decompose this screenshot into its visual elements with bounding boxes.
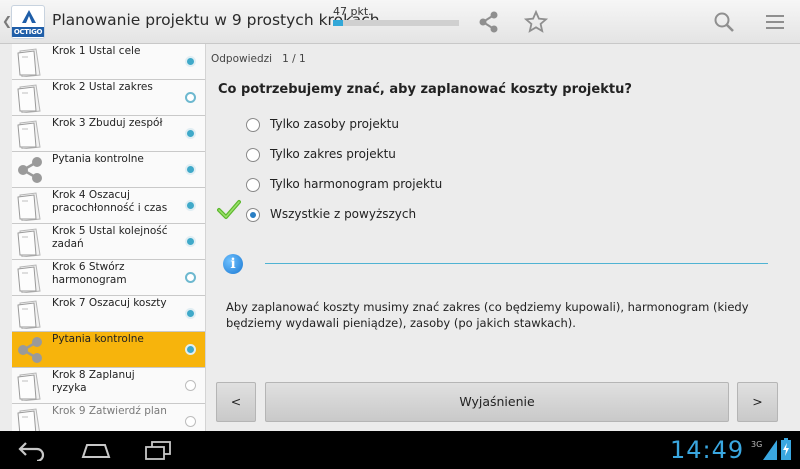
sidebar-item-label: Krok 2 Ustal zakres	[52, 81, 153, 93]
sidebar-item-label: Krok 9 Zatwierdź plan	[52, 405, 167, 417]
sidebar-item-label: Krok 8 Zaplanuj ryzyka	[52, 369, 135, 394]
progress-status-icon	[185, 92, 196, 103]
progress-status-icon	[185, 272, 196, 283]
menu-icon[interactable]	[763, 10, 787, 34]
info-divider	[265, 263, 768, 264]
sidebar-item[interactable]: Krok 1 Ustal cele	[12, 44, 205, 80]
sidebar-item[interactable]: Krok 7 Oszacuj koszty	[12, 296, 205, 332]
progress-status-icon	[185, 56, 196, 67]
sidebar-item-label: Pytania kontrolne	[52, 153, 144, 165]
progress-status-icon	[185, 200, 196, 211]
sidebar-item[interactable]: Krok 4 Oszacuj pracochłonność i czas	[12, 188, 205, 224]
points-label: 47 pkt.	[333, 5, 372, 18]
answer-option-label: Wszystkie z powyższych	[270, 207, 417, 221]
sidebar-item[interactable]: Krok 8 Zaplanuj ryzyka	[12, 368, 205, 404]
home-icon[interactable]	[80, 439, 112, 461]
battery-icon	[781, 438, 791, 460]
back-icon[interactable]	[17, 439, 47, 461]
explanation-button[interactable]: Wyjaśnienie	[265, 382, 729, 422]
share-icon	[18, 337, 42, 363]
progress-status-icon	[185, 416, 196, 427]
document-icon	[17, 408, 40, 431]
sidebar-item-label: Krok 3 Zbuduj zespół	[52, 117, 163, 129]
document-icon	[17, 48, 41, 77]
app-logo[interactable]: OCTIGO	[11, 5, 45, 39]
progress-status-icon	[185, 344, 196, 355]
sidebar-item-label: Krok 6 Stwórz harmonogram	[52, 261, 127, 286]
points-progress-bar	[333, 20, 459, 26]
progress-status-icon	[185, 128, 196, 139]
radio-button-checked[interactable]	[246, 208, 260, 222]
answers-count: 1 / 1	[282, 53, 306, 65]
document-icon	[17, 300, 41, 329]
previous-button[interactable]: <	[216, 382, 256, 422]
answer-option-label: Tylko zasoby projektu	[270, 117, 399, 131]
sidebar-item[interactable]: Krok 9 Zatwierdź plan	[12, 404, 205, 431]
app-title: Planowanie projektu w 9 prostych krokach	[52, 11, 380, 29]
radio-button[interactable]	[246, 148, 260, 162]
document-icon	[17, 84, 41, 113]
progress-status-icon	[185, 380, 196, 391]
radio-button[interactable]	[246, 178, 260, 192]
action-bar: ❮ OCTIGO Planowanie projektu w 9 prostyc…	[0, 0, 800, 44]
recent-apps-icon[interactable]	[142, 439, 174, 461]
sidebar-item[interactable]: Krok 5 Ustal kolejność zadań	[12, 224, 205, 260]
answer-option-label: Tylko zakres projektu	[270, 147, 396, 161]
signal-icon	[763, 440, 777, 460]
explanation-text: Aby zaplanować koszty musimy znać zakres…	[226, 300, 749, 330]
document-icon	[17, 264, 41, 293]
progress-status-icon	[185, 164, 196, 175]
sidebar-item[interactable]: Krok 2 Ustal zakres	[12, 80, 205, 116]
network-type: 3G	[751, 440, 763, 449]
sidebar-item-label: Pytania kontrolne	[52, 333, 144, 345]
sidebar-item[interactable]: Pytania kontrolne	[12, 332, 205, 368]
answers-counter: Odpowiedzi 1 / 1	[211, 53, 306, 65]
logo-text: OCTIGO	[12, 27, 44, 37]
radio-button[interactable]	[246, 118, 260, 132]
search-icon[interactable]	[712, 10, 736, 34]
sidebar-item[interactable]: Pytania kontrolne	[12, 152, 205, 188]
share-icon[interactable]	[477, 10, 501, 34]
sidebar-item[interactable]: Krok 6 Stwórz harmonogram	[12, 260, 205, 296]
info-icon: i	[223, 254, 243, 274]
question-text: Co potrzebujemy znać, aby zaplanować kos…	[218, 82, 632, 97]
sidebar-item[interactable]: Krok 3 Zbuduj zespół	[12, 116, 205, 152]
logo-graphic-icon	[22, 10, 36, 23]
star-icon[interactable]	[524, 10, 548, 34]
progress-status-icon	[185, 236, 196, 247]
document-icon	[17, 228, 41, 257]
steps-sidebar: Krok 1 Ustal cele Krok 2 Ustal zakres Krok…	[12, 44, 206, 431]
sidebar-item-label: Krok 1 Ustal cele	[52, 45, 141, 57]
answers-label: Odpowiedzi	[211, 53, 273, 65]
document-icon	[17, 192, 41, 221]
document-icon	[17, 372, 41, 401]
progress-status-icon	[185, 308, 196, 319]
correct-check-icon	[217, 200, 241, 219]
sidebar-item-label: Krok 4 Oszacuj pracochłonność i czas	[52, 189, 168, 214]
sidebar-item-label: Krok 7 Oszacuj koszty	[52, 297, 167, 309]
question-panel: Odpowiedzi 1 / 1 Co potrzebujemy znać, a…	[207, 44, 800, 431]
answer-option-label: Tylko harmonogram projektu	[270, 177, 443, 191]
share-icon	[18, 157, 42, 183]
document-icon	[17, 120, 41, 149]
status-clock: 14:49	[670, 436, 745, 464]
sidebar-item-label: Krok 5 Ustal kolejność zadań	[52, 225, 168, 250]
next-button[interactable]: >	[737, 382, 778, 422]
progress-fill	[333, 20, 344, 26]
